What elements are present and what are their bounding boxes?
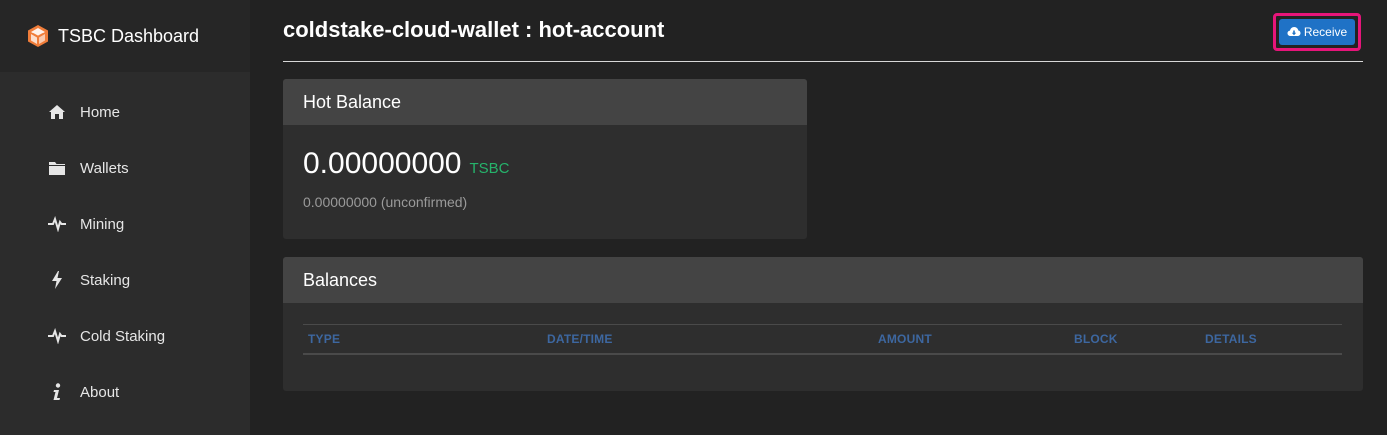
sidebar: TSBC Dashboard Home Wallets Mining Staki… [0,0,250,435]
column-header-details[interactable]: DETAILS [1205,332,1257,346]
sidebar-item-mining[interactable]: Mining [0,196,250,252]
home-icon [48,103,66,121]
brand[interactable]: TSBC Dashboard [0,0,250,72]
receive-button-label: Receive [1303,25,1348,39]
sidebar-item-label: Home [80,103,121,121]
sidebar-item-label: Wallets [80,159,129,177]
column-header-amount[interactable]: AMOUNT [878,332,932,346]
cloud-download-icon [1287,27,1301,36]
folder-icon [48,159,66,177]
sidebar-item-cold-staking[interactable]: Cold Staking [0,308,250,364]
hot-balance-card: Hot Balance 0.00000000 TSBC 0.00000000 (… [283,79,807,239]
balance-value: 0.00000000 [303,147,462,180]
sidebar-item-label: About [80,383,120,401]
receive-button[interactable]: Receive [1279,19,1355,45]
balances-header: Balances [283,257,1363,303]
tsbc-logo-icon [28,25,48,47]
column-header-datetime[interactable]: DATE/TIME [547,332,613,346]
sidebar-item-home[interactable]: Home [0,84,250,140]
lightning-icon [48,271,66,289]
brand-title: TSBC Dashboard [58,25,200,46]
info-icon [48,383,66,401]
sidebar-item-label: Mining [80,215,125,233]
column-header-type[interactable]: TYPE [308,332,340,346]
unconfirmed-balance: 0.00000000 (unconfirmed) [303,194,468,210]
column-header-block[interactable]: BLOCK [1074,332,1118,346]
sidebar-item-label: Cold Staking [80,327,166,345]
balance-unit: TSBC [469,160,510,177]
balances-card: Balances TYPE DATE/TIME AMOUNT BLOCK DET… [283,257,1363,391]
title-divider [283,61,1363,62]
sidebar-item-staking[interactable]: Staking [0,252,250,308]
transactions-table: TYPE DATE/TIME AMOUNT BLOCK DETAILS [303,324,1342,355]
sidebar-nav: Home Wallets Mining Staking Cold Staking [0,84,250,420]
receive-button-highlight: Receive [1273,13,1361,51]
pulse-icon [48,215,66,233]
sidebar-item-label: Staking [80,271,131,289]
hot-balance-header: Hot Balance [283,79,807,125]
sidebar-item-about[interactable]: About [0,364,250,420]
sidebar-item-wallets[interactable]: Wallets [0,140,250,196]
pulse-icon [48,327,66,345]
page-title: coldstake-cloud-wallet : hot-account [283,17,665,42]
balance-row: 0.00000000 TSBC [303,147,510,181]
